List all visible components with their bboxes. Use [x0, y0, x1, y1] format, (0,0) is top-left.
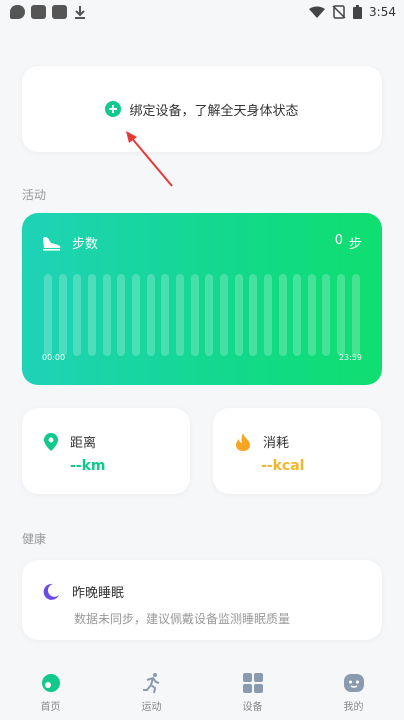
steps-bar [190, 274, 199, 356]
steps-unit: 步 [348, 237, 362, 252]
annotation-arrow-icon [126, 131, 173, 187]
steps-bar [322, 274, 331, 356]
time-end-label: 23:59 [338, 353, 362, 362]
steps-bar [102, 274, 111, 356]
steps-bar [117, 274, 126, 356]
time-start-label: 00:00 [42, 353, 66, 362]
calories-card[interactable]: 消耗 --kcal [213, 408, 381, 494]
home-icon [41, 673, 60, 692]
distance-value: --km [70, 458, 106, 474]
chat-notification-icon [10, 5, 25, 19]
bottom-nav: 首页 运动 设备 我的 [0, 664, 404, 720]
app-notification-icon-2 [52, 5, 67, 19]
steps-bar [249, 274, 258, 356]
profile-icon [343, 673, 364, 692]
status-time: 3:54 [369, 5, 396, 19]
bind-device-card[interactable]: 绑定设备，了解全天身体状态 [22, 66, 382, 152]
steps-bar [87, 274, 96, 356]
run-icon [142, 672, 159, 693]
steps-title: 步数 [72, 237, 99, 252]
sleep-subtitle: 数据未同步，建议佩戴设备监测睡眠质量 [74, 612, 291, 626]
steps-bar [58, 274, 67, 356]
notification-icons [10, 5, 87, 19]
steps-bar [234, 274, 243, 356]
nav-label-profile: 我的 [343, 701, 364, 713]
steps-bar [351, 274, 360, 356]
nav-item-profile[interactable]: 我的 [314, 672, 394, 713]
wifi-icon [309, 6, 326, 18]
bind-device-text: 绑定设备，了解全天身体状态 [129, 103, 299, 119]
steps-bar [44, 274, 52, 356]
device-grid-icon [242, 672, 263, 693]
shoe-icon [43, 236, 61, 251]
steps-bar [219, 274, 228, 356]
calories-title: 消耗 [263, 436, 290, 451]
nav-label-home: 首页 [40, 701, 61, 713]
distance-title: 距离 [70, 436, 97, 451]
steps-bar [131, 274, 140, 356]
steps-bar [307, 274, 316, 356]
steps-bar [175, 274, 184, 356]
status-bar: 3:54 [0, 0, 404, 24]
location-pin-icon [44, 432, 58, 451]
status-indicators: 3:54 [309, 5, 396, 19]
steps-bar [278, 274, 287, 356]
download-icon [75, 6, 85, 19]
sleep-title: 昨晚睡眠 [72, 586, 125, 601]
no-sim-icon [332, 5, 346, 19]
steps-value: 0 [334, 233, 343, 248]
nav-item-sport[interactable]: 运动 [112, 672, 192, 713]
health-section-label: 健康 [22, 532, 47, 546]
steps-bar [161, 274, 170, 356]
activity-section-label: 活动 [22, 188, 47, 202]
distance-card[interactable]: 距离 --km [22, 408, 190, 494]
battery-icon [353, 5, 363, 19]
steps-bar [205, 274, 214, 356]
steps-bar [293, 274, 302, 356]
steps-bar [146, 274, 155, 356]
nav-label-sport: 运动 [141, 701, 162, 713]
nav-item-device[interactable]: 设备 [213, 672, 293, 713]
nav-item-home[interactable]: 首页 [11, 672, 91, 713]
steps-card[interactable]: 步数 0 步 00:00 23:59 [22, 213, 382, 385]
calories-value: --kcal [261, 458, 305, 474]
flame-icon [236, 432, 250, 451]
steps-bar [73, 274, 82, 356]
steps-bar [263, 274, 272, 356]
moon-icon [43, 583, 59, 600]
nav-label-device: 设备 [242, 701, 263, 713]
steps-bar-chart [44, 274, 360, 356]
steps-bar [337, 274, 346, 356]
sleep-card[interactable]: 昨晚睡眠 数据未同步，建议佩戴设备监测睡眠质量 [22, 560, 382, 640]
add-icon [105, 101, 122, 117]
app-notification-icon [31, 5, 46, 19]
